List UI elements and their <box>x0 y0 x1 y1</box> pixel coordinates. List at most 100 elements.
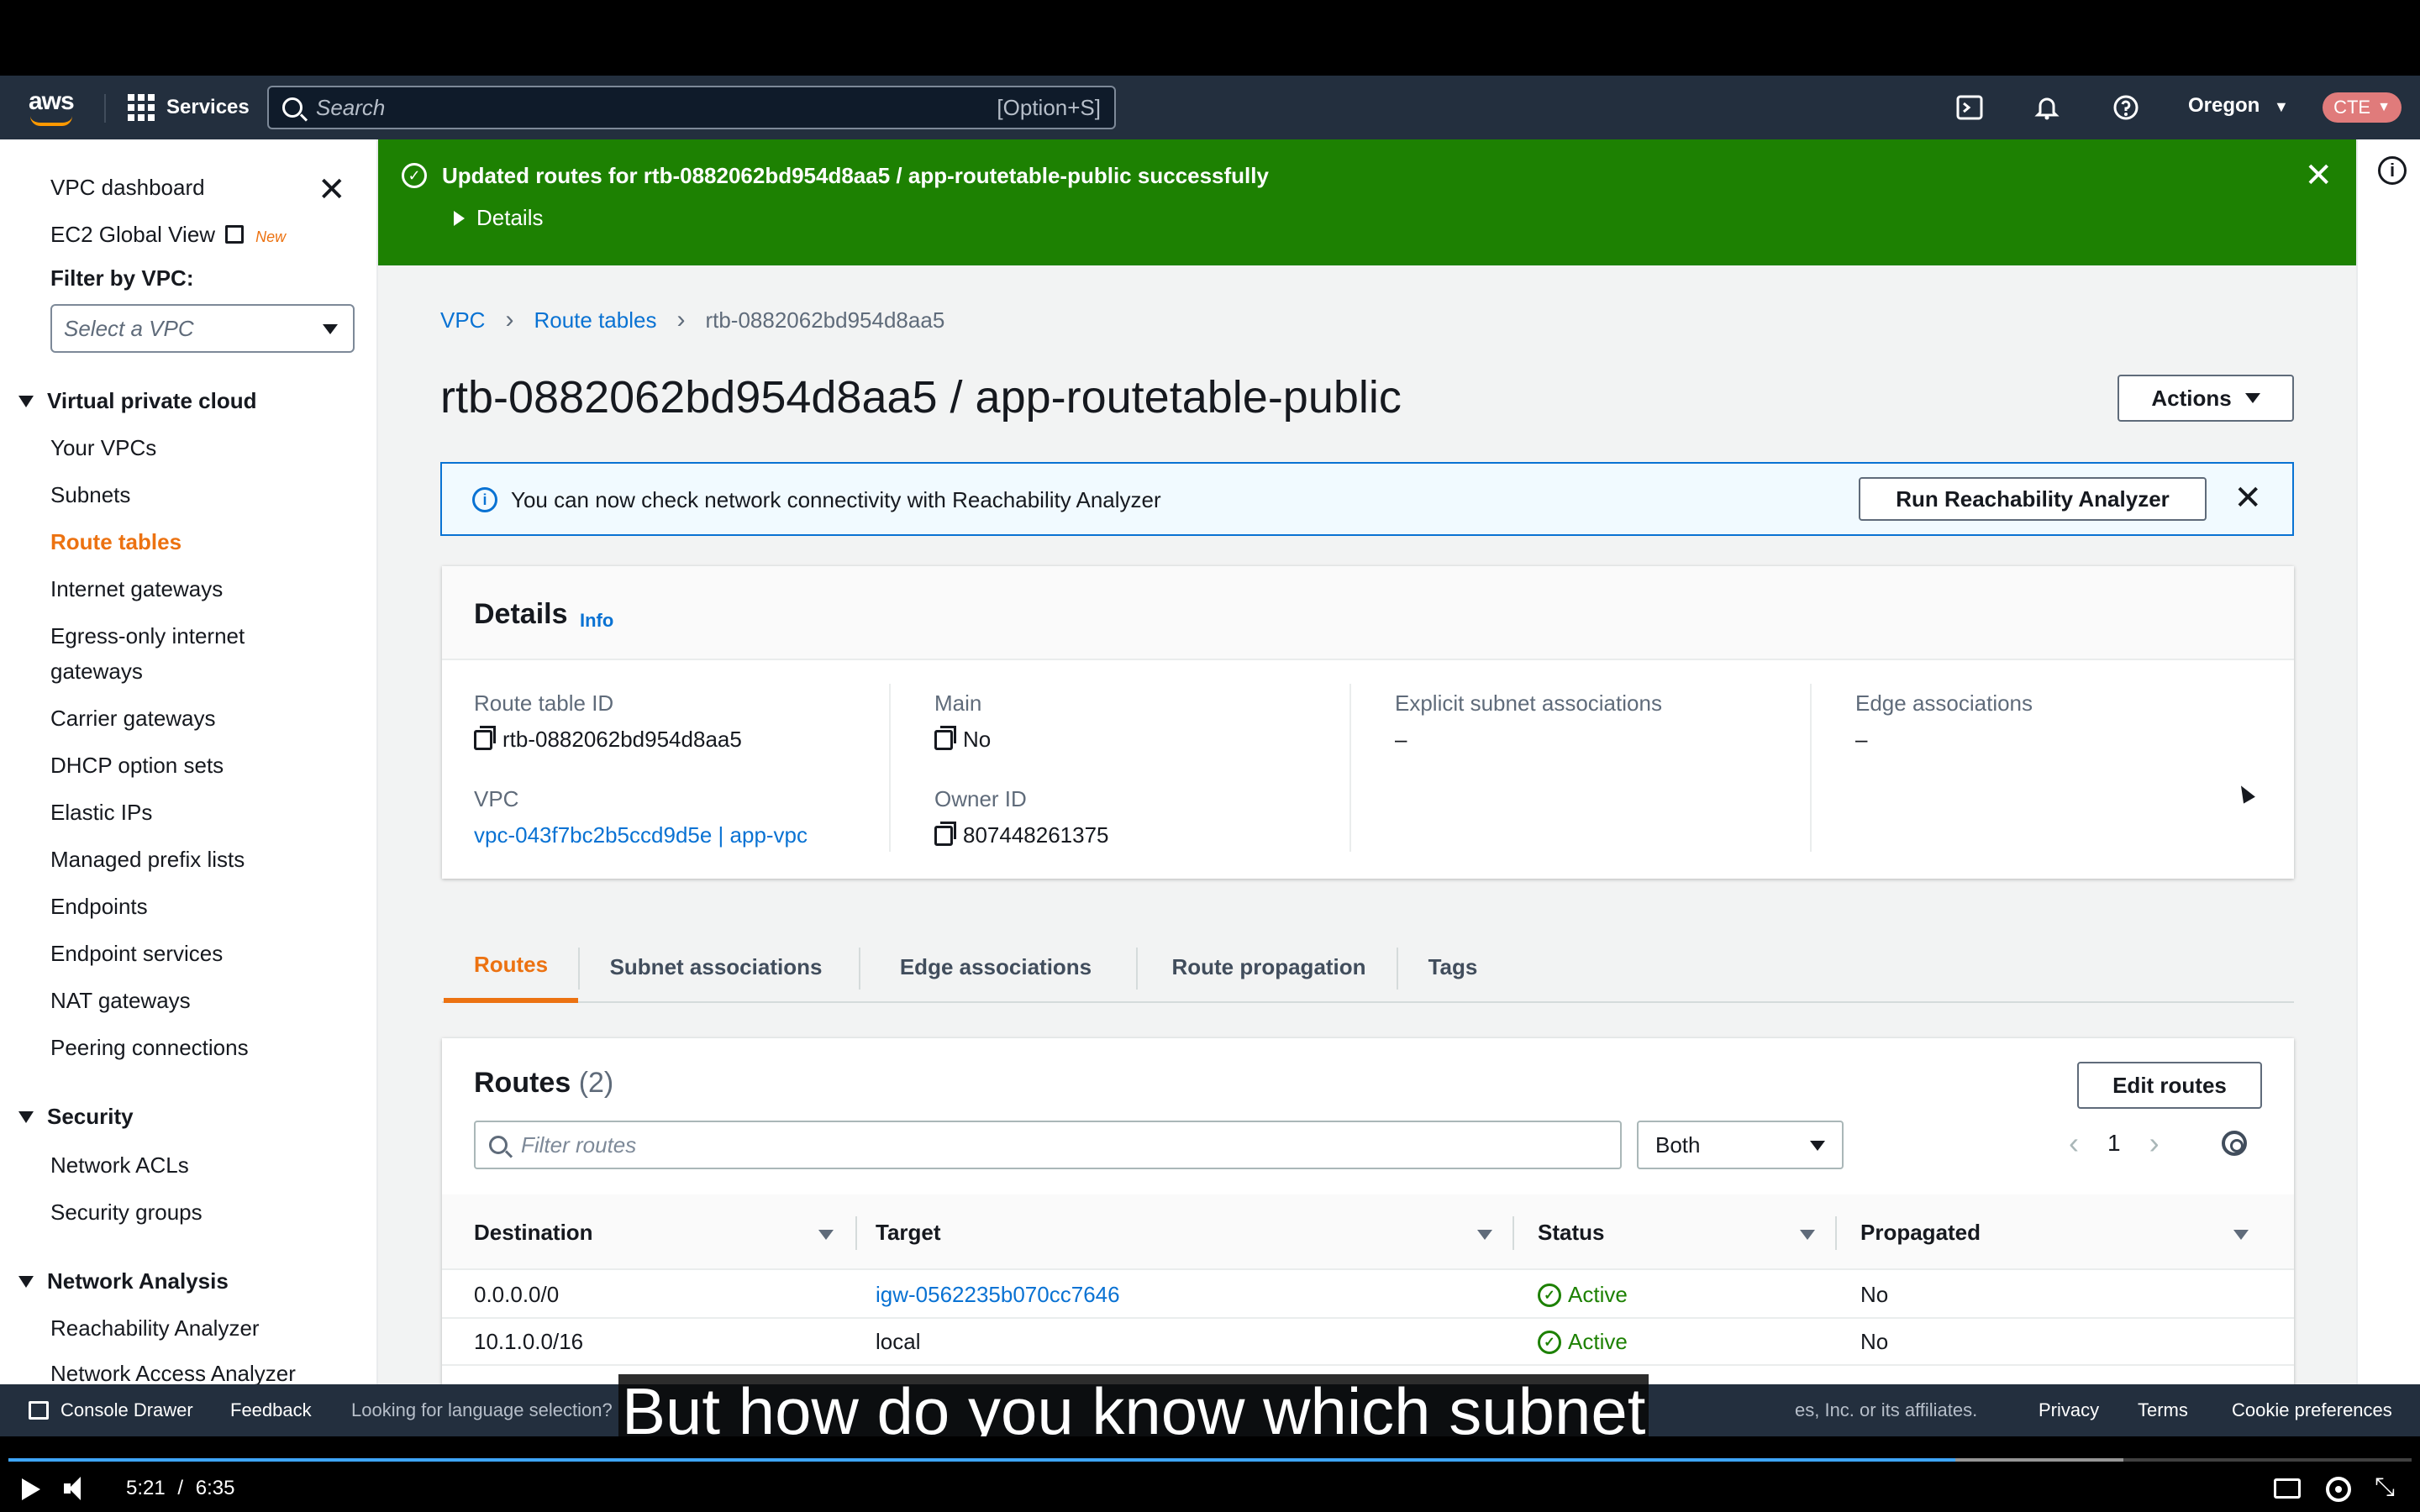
settings-button[interactable] <box>2326 1477 2351 1502</box>
section-security[interactable]: Security <box>18 1104 134 1130</box>
flash-details-label: Details <box>476 205 544 230</box>
sidebar-item-subnets[interactable]: Subnets <box>50 482 130 508</box>
sidebar-item-nat-gateways[interactable]: NAT gateways <box>50 988 191 1014</box>
column-divider[interactable] <box>1512 1216 1514 1250</box>
edit-routes-button[interactable]: Edit routes <box>2077 1062 2262 1109</box>
drawer-icon <box>29 1401 49 1420</box>
cookie-preferences-link[interactable]: Cookie preferences <box>2232 1399 2392 1421</box>
tab-subnet-associations[interactable]: Subnet associations <box>580 931 852 1003</box>
sidebar-item-elastic-ips[interactable]: Elastic IPs <box>50 800 152 826</box>
fullscreen-exit-icon[interactable]: ⤡ <box>2375 1475 2395 1500</box>
captions-button[interactable] <box>2274 1478 2301 1499</box>
sidebar-item-internet-gateways[interactable]: Internet gateways <box>50 576 223 602</box>
settings-gear-icon[interactable] <box>2221 1131 2247 1156</box>
filter-routes-input[interactable]: Filter routes <box>474 1121 1622 1169</box>
cloudshell-icon[interactable] <box>1954 92 1985 123</box>
aws-logo[interactable]: aws <box>25 84 81 131</box>
cell-status: ✓ Active <box>1538 1282 1628 1308</box>
services-menu[interactable]: Services <box>128 91 250 124</box>
close-icon[interactable]: ✕ <box>2304 156 2333 195</box>
sidebar-item-network-acls[interactable]: Network ACLs <box>50 1152 189 1179</box>
column-header-target[interactable]: Target <box>876 1220 941 1246</box>
volume-button[interactable] <box>64 1477 89 1500</box>
section-virtual-private-cloud[interactable]: Virtual private cloud <box>18 388 256 414</box>
section-title: Virtual private cloud <box>47 388 257 413</box>
page-number[interactable]: 1 <box>2107 1130 2121 1157</box>
column-divider[interactable] <box>1835 1216 1837 1250</box>
console-drawer-button[interactable]: Console Drawer <box>29 1399 193 1421</box>
sidebar-item-ec2-global-view[interactable]: EC2 Global View New <box>50 222 286 248</box>
sidebar-item-vpc-dashboard[interactable]: VPC dashboard <box>50 175 205 201</box>
bell-icon[interactable] <box>2032 92 2062 123</box>
sidebar-item-egress-only-cont[interactable]: gateways <box>50 659 143 685</box>
search-input[interactable]: Search [Option+S] <box>267 86 1116 129</box>
check-circle-icon: ✓ <box>1538 1330 1561 1354</box>
column-header-destination[interactable]: Destination <box>474 1220 593 1246</box>
vpc-field: VPC vpc-043f7bc2b5ccd9d5e | app-vpc <box>474 786 808 848</box>
region-label: Oregon <box>2188 94 2260 117</box>
close-icon[interactable]: ✕ <box>2233 479 2262 517</box>
run-reachability-analyzer-button[interactable]: Run Reachability Analyzer <box>1859 477 2207 521</box>
help-icon[interactable] <box>2111 92 2141 123</box>
field-label: Owner ID <box>934 786 1027 811</box>
tab-tags[interactable]: Tags <box>1398 931 1507 1003</box>
language-link[interactable]: Looking for language selection? <box>351 1399 613 1421</box>
play-icon <box>22 1478 40 1500</box>
column-header-status[interactable]: Status <box>1538 1220 1604 1246</box>
tab-route-propagation[interactable]: Route propagation <box>1138 931 1400 1003</box>
cell-target-link[interactable]: igw-0562235b070cc7646 <box>876 1282 1120 1308</box>
sidebar-item-endpoints[interactable]: Endpoints <box>50 894 148 920</box>
sidebar-item-managed-prefix-lists[interactable]: Managed prefix lists <box>50 847 245 873</box>
terms-link[interactable]: Terms <box>2138 1399 2188 1421</box>
breadcrumb-route-tables[interactable]: Route tables <box>534 307 656 333</box>
chevron-down-icon <box>1810 1141 1825 1151</box>
vpc-filter-select[interactable]: Select a VPC <box>50 304 355 353</box>
sidebar-item-peering-connections[interactable]: Peering connections <box>50 1035 249 1061</box>
copy-icon[interactable] <box>474 725 496 750</box>
video-progress-bar[interactable] <box>8 1458 2412 1462</box>
sidebar-item-network-access-analyzer[interactable]: Network Access Analyzer <box>50 1361 296 1384</box>
route-type-select[interactable]: Both <box>1637 1121 1844 1169</box>
close-icon[interactable]: ✕ <box>318 173 346 207</box>
info-alert-text: You can now check network connectivity w… <box>511 487 1161 512</box>
info-link[interactable]: Info <box>580 610 613 632</box>
video-controls-bar <box>0 1436 2420 1512</box>
column-header-propagated[interactable]: Propagated <box>1860 1220 1981 1246</box>
tab-edge-associations[interactable]: Edge associations <box>860 931 1131 1003</box>
sort-icon[interactable] <box>1477 1230 1492 1240</box>
play-button[interactable] <box>22 1478 40 1500</box>
route-type-value: Both <box>1655 1131 1701 1158</box>
sidebar-item-carrier-gateways[interactable]: Carrier gateways <box>50 706 216 732</box>
sidebar-item-endpoint-services[interactable]: Endpoint services <box>50 941 223 967</box>
vpc-link[interactable]: vpc-043f7bc2b5ccd9d5e | app-vpc <box>474 822 808 848</box>
sidebar-item-your-vpcs[interactable]: Your VPCs <box>50 435 156 461</box>
sort-icon[interactable] <box>2233 1230 2249 1240</box>
section-network-analysis[interactable]: Network Analysis <box>18 1268 229 1294</box>
copy-icon[interactable] <box>934 725 956 750</box>
sidebar-item-security-groups[interactable]: Security groups <box>50 1200 203 1226</box>
actions-button[interactable]: Actions <box>2118 375 2294 422</box>
column-divider[interactable] <box>855 1216 857 1250</box>
breadcrumb-vpc[interactable]: VPC <box>440 307 485 333</box>
account-menu[interactable]: CTE ▼ <box>2323 92 2402 123</box>
feedback-link[interactable]: Feedback <box>230 1399 312 1421</box>
field-label: Explicit subnet associations <box>1395 690 1662 716</box>
chevron-right-icon[interactable]: › <box>2149 1126 2160 1161</box>
sort-icon[interactable] <box>1800 1230 1815 1240</box>
nav-divider <box>104 94 106 123</box>
sort-icon[interactable] <box>818 1230 834 1240</box>
tab-routes[interactable]: Routes <box>444 931 578 1003</box>
chevron-left-icon[interactable]: ‹ <box>2069 1126 2079 1161</box>
sidebar-item-route-tables[interactable]: Route tables <box>50 529 182 555</box>
copy-icon[interactable] <box>934 821 956 846</box>
flash-details-toggle[interactable]: Details <box>454 205 543 231</box>
sidebar-item-egress-only[interactable]: Egress-only internet <box>50 623 245 649</box>
breadcrumb-current: rtb-0882062bd954d8aa5 <box>705 307 945 333</box>
cell-propagated: No <box>1860 1329 1889 1354</box>
region-selector[interactable]: Oregon ▼ <box>2188 94 2289 118</box>
sidebar-item-dhcp-option-sets[interactable]: DHCP option sets <box>50 753 224 779</box>
status-text: Active <box>1568 1329 1628 1354</box>
info-panel-icon[interactable]: i <box>2378 156 2407 185</box>
privacy-link[interactable]: Privacy <box>2039 1399 2099 1421</box>
sidebar-item-reachability-analyzer[interactable]: Reachability Analyzer <box>50 1315 260 1341</box>
